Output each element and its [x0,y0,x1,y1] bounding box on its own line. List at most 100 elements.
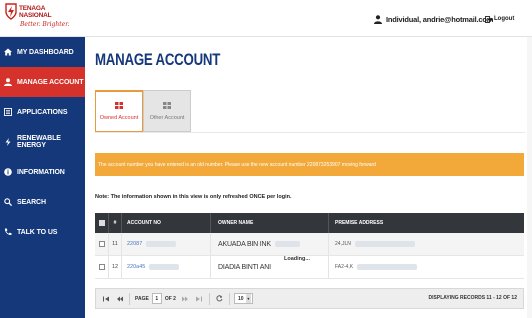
sidebar-item-label: RENEWABLE ENERGY [17,135,61,149]
prev-page-icon [116,296,123,301]
table-header: # ACCOUNT NO OWNER NAME PREMISE ADDRESS [95,213,524,233]
main-content: MANAGE ACCOUNT Owned Account Other Accou… [85,37,532,318]
column-header-premise-address[interactable]: PREMISE ADDRESS [328,213,524,233]
sidebar-item-applications[interactable]: APPLICATIONS [0,97,85,127]
checkbox-box [98,241,105,247]
premise-address: FA2-4,K [335,264,354,270]
logo-text: TENAGA NASIONAL [19,5,52,19]
logo-tagline: Better. Brighter. [20,21,70,28]
table-row[interactable]: 11 22087 AKUADA BIN INK 24,JLN [95,233,524,256]
user-email: Individual, andrie@hotmail.com [386,14,494,24]
sidebar-item-manage-account[interactable]: MANAGE ACCOUNT [0,67,85,97]
account-number-link[interactable]: 22087 [127,241,142,247]
page-size-value: 10 [237,295,244,302]
premise-address-cell: FA2-4,K [328,256,524,278]
column-header-account-no[interactable]: ACCOUNT NO [121,213,210,233]
sidebar-item-label: TALK TO US [17,228,58,236]
sidebar-item-search[interactable]: SEARCH [0,187,85,217]
page-number-value: 1 [155,295,159,302]
row-checkbox[interactable] [95,241,108,247]
accounts-table: # ACCOUNT NO OWNER NAME PREMISE ADDRESS … [95,213,524,279]
account-tabs: Owned Account Other Account [95,90,191,132]
redacted-block [146,241,177,247]
lightning-logo-icon [5,3,17,20]
column-header-owner-name[interactable]: OWNER NAME [210,213,328,233]
prev-page-button[interactable] [115,293,124,305]
checkbox-box [98,220,105,226]
pager-separator [208,292,210,305]
tab-owned-account[interactable]: Owned Account [95,90,143,132]
premise-address: 24,JLN [335,241,351,247]
sidebar-item-talk-to-us[interactable]: TALK TO US [0,217,85,247]
pagination-toolbar: PAGE 1 OF 2 10 ▾ DISPLAYING RECORDS 11 -… [95,288,524,309]
alert-text: The account number you have entered is a… [98,161,376,168]
page-size-select[interactable]: 10 ▾ [233,293,253,304]
refresh-icon [216,295,223,302]
row-number: 12 [108,256,121,278]
account-number-cell[interactable]: 22087 [121,233,210,255]
next-page-button[interactable] [181,293,190,305]
row-number: 11 [108,233,121,255]
owner-name: AKUADA BIN INK [218,240,271,248]
first-page-button[interactable] [101,293,110,305]
sidebar-item-dashboard[interactable]: MY DASHBOARD [0,37,85,67]
logout-icon [485,15,492,23]
sidebar-item-label: INFORMATION [17,168,65,176]
column-header-number: # [108,213,121,233]
grid-icon [115,102,123,109]
last-page-icon [196,296,203,301]
loading-indicator: Loading... [284,256,310,262]
sidebar-item-label: SEARCH [17,198,46,206]
logo-line-1: TENAGA [19,5,46,12]
redacted-block [354,241,415,247]
owner-name: DIADIA BINTI ANI [218,263,271,271]
page-total-label: OF 2 [164,295,176,302]
top-header: TENAGA NASIONAL Better. Brighter. Indivi… [0,0,532,37]
grid-icon [163,101,171,109]
phone-icon [4,228,12,236]
sidebar-item-label: MY DASHBOARD [17,48,74,56]
list-icon [4,108,12,116]
refresh-note: Note: The information shown in this view… [95,194,292,200]
first-page-icon [102,296,109,301]
account-number-cell[interactable]: 220a45 [121,256,210,278]
pager-separator [228,292,230,305]
redacted-block [357,264,418,270]
page-scrollbar[interactable] [527,37,532,318]
sidebar: MY DASHBOARD MANAGE ACCOUNT APPLICATIONS… [0,37,85,318]
tab-divider [95,132,525,133]
chevron-down-icon: ▾ [245,294,251,303]
user-info[interactable]: Individual, andrie@hotmail.com [374,12,493,26]
bolt-icon [5,138,11,146]
sidebar-item-information[interactable]: INFORMATION [0,157,85,187]
logo-line-2: NASIONAL [19,12,52,19]
checkbox-box [98,264,105,270]
sidebar-item-renewable-energy[interactable]: RENEWABLE ENERGY [0,127,85,157]
page-label: PAGE [135,295,149,302]
tab-label: Other Account [149,114,185,121]
tab-other-account[interactable]: Other Account [143,90,191,132]
select-all-checkbox[interactable] [95,220,108,226]
refresh-button[interactable] [215,293,224,305]
last-page-button[interactable] [195,293,204,305]
account-number-link[interactable]: 220a45 [127,264,145,270]
next-page-icon [182,296,189,301]
logout-button[interactable]: Logout [485,12,514,26]
tnb-logo[interactable]: TENAGA NASIONAL Better. Brighter. [4,3,74,34]
tab-label: Owned Account [99,115,139,121]
old-account-alert: The account number you have entered is a… [95,153,524,176]
info-icon [4,168,12,176]
sidebar-item-label: APPLICATIONS [17,108,68,116]
home-icon [4,48,12,56]
user-icon [4,78,12,86]
records-info: DISPLAYING RECORDS 11 - 12 OF 12 [428,295,517,301]
page-title: MANAGE ACCOUNT [95,50,221,69]
page-number-input[interactable]: 1 [151,293,162,304]
row-checkbox[interactable] [95,264,108,270]
owner-name-cell: DIADIA BINTI ANI [210,256,328,278]
owner-name-cell: AKUADA BIN INK [210,233,328,255]
user-icon [374,14,382,24]
redacted-block [149,264,180,270]
redacted-block [274,241,300,247]
search-icon [4,198,12,206]
